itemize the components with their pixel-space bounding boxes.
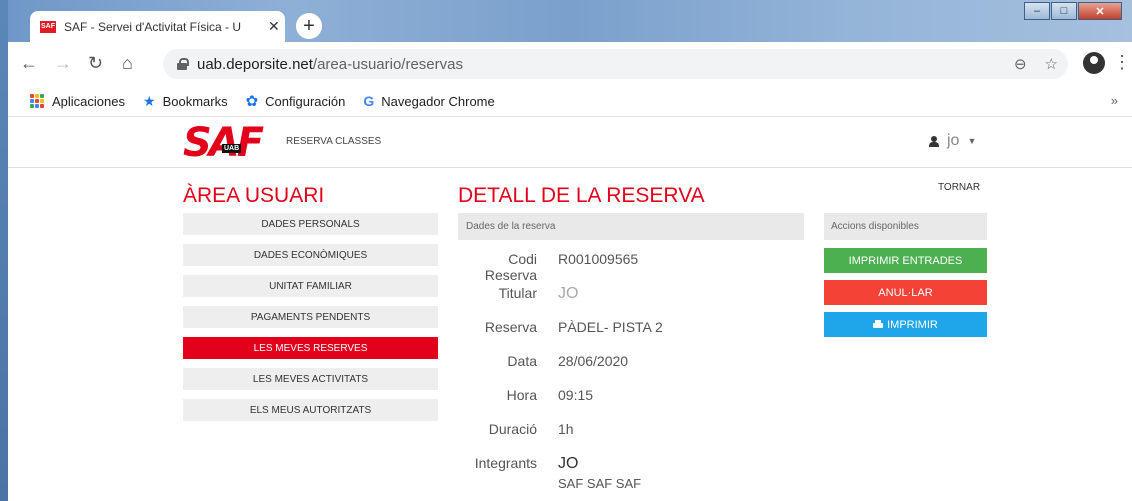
detail-value: JO xyxy=(558,285,579,302)
browser-tab[interactable]: SAF SAF - Servei d'Activitat Física - U … xyxy=(30,11,285,42)
browser-toolbar: ← → ↻ ⌂ uab.deporsite.net/area-usuario/r… xyxy=(8,42,1132,86)
apps-grid-icon xyxy=(30,94,44,108)
detail-label: Data xyxy=(507,353,537,369)
gear-icon: ✿ xyxy=(245,93,259,110)
detail-row-data: Data 28/06/2020 xyxy=(458,346,818,380)
bookmark-label: Aplicaciones xyxy=(52,93,125,109)
browser-menu-icon[interactable]: ⋮ xyxy=(1113,52,1131,73)
home-icon[interactable]: ⌂ xyxy=(122,54,133,72)
tab-title: SAF - Servei d'Activitat Física - U xyxy=(64,19,241,34)
bookmark-star-icon[interactable]: ☆ xyxy=(1045,55,1058,73)
bookmark-label: Navegador Chrome xyxy=(381,93,495,109)
detail-row-hora: Hora 09:15 xyxy=(458,380,818,414)
logo-badge: UAB xyxy=(222,144,242,153)
detail-value: 09:15 xyxy=(558,387,594,403)
google-icon: G xyxy=(363,93,375,109)
bookmark-configuracion[interactable]: ✿ Configuración xyxy=(246,92,346,110)
user-name: jo xyxy=(947,132,960,149)
cancel-reservation-button[interactable]: ANUL·LAR xyxy=(824,280,987,305)
profile-avatar-icon[interactable] xyxy=(1083,52,1105,74)
tab-close-icon[interactable]: ✕ xyxy=(268,18,280,35)
actions-section-header: Accions disponibles xyxy=(824,213,987,240)
area-usuari-title: ÀREA USUARI xyxy=(183,184,325,207)
detail-label: Integrants xyxy=(474,455,537,471)
detail-row-titular: Titular JO xyxy=(458,278,818,312)
sidebar-item-els-meus-autoritzats[interactable]: ELS MEUS AUTORITZATS xyxy=(183,399,438,421)
bookmark-chrome[interactable]: G Navegador Chrome xyxy=(363,93,494,109)
bookmarks-bar: Aplicaciones ★ Bookmarks ✿ Configuración… xyxy=(8,86,1132,116)
bookmark-label: Configuración xyxy=(265,93,346,109)
site-header: SAF UAB RESERVA CLASSES jo ▼ xyxy=(8,116,1132,168)
bookmark-label: Bookmarks xyxy=(162,93,228,109)
sidebar-nav: DADES PERSONALS DADES ECONÒMIQUES UNITAT… xyxy=(183,213,438,430)
omnibox-icons: ⊖ ☆ xyxy=(1014,55,1058,73)
detail-title: DETALL DE LA RESERVA xyxy=(458,184,705,207)
new-tab-button[interactable]: + xyxy=(296,13,322,39)
zoom-icon[interactable]: ⊖ xyxy=(1014,55,1027,73)
caret-down-icon: ▼ xyxy=(967,136,977,146)
window-close-icon[interactable]: ✕ xyxy=(1078,2,1122,20)
detail-row-codi: Codi Reserva R001009565 xyxy=(458,244,818,283)
back-arrow-icon[interactable]: ← xyxy=(20,54,38,72)
lock-icon xyxy=(177,58,189,70)
detail-label: Codi Reserva xyxy=(484,251,537,283)
tornar-link[interactable]: TORNAR xyxy=(938,182,980,193)
sidebar-item-unitat-familiar[interactable]: UNITAT FAMILIAR xyxy=(183,275,438,297)
printer-icon xyxy=(873,320,884,329)
reserva-classes-link[interactable]: RESERVA CLASSES xyxy=(286,136,381,147)
sidebar-item-les-meves-reserves[interactable]: LES MEVES RESERVES xyxy=(183,337,438,359)
detail-row-integrants: Integrants JO SAF SAF SAF xyxy=(458,448,818,491)
user-icon xyxy=(929,135,939,147)
saf-logo[interactable]: SAF UAB xyxy=(183,123,273,165)
sidebar-item-dades-personals[interactable]: DADES PERSONALS xyxy=(183,213,438,235)
detail-row-duracio: Duració 1h xyxy=(458,414,818,448)
detail-row-reserva: Reserva PÀDEL- PISTA 2 xyxy=(458,312,818,346)
print-button[interactable]: IMPRIMIR xyxy=(824,312,987,337)
address-bar[interactable]: uab.deporsite.net/area-usuario/reservas … xyxy=(163,49,1068,79)
detail-label: Reserva xyxy=(484,319,537,335)
bookmark-apps[interactable]: Aplicaciones xyxy=(30,94,125,109)
bookmarks-overflow-icon[interactable]: » xyxy=(1111,93,1118,108)
bookmark-bookmarks[interactable]: ★ Bookmarks xyxy=(143,93,228,110)
sidebar-item-pagaments-pendents[interactable]: PAGAMENTS PENDENTS xyxy=(183,306,438,328)
detail-label: Hora xyxy=(506,387,537,403)
reservation-section-header: Dades de la reserva xyxy=(458,213,804,240)
print-tickets-button[interactable]: IMPRIMIR ENTRADES xyxy=(824,248,987,273)
detail-label: Duració xyxy=(488,421,537,437)
detail-value: 1h xyxy=(558,421,574,437)
detail-label: Titular xyxy=(498,285,537,301)
detail-value: 28/06/2020 xyxy=(558,353,629,369)
saf-favicon-icon: SAF xyxy=(40,20,56,33)
url-host: uab.deporsite.net xyxy=(197,55,313,73)
window-controls: – □ ✕ xyxy=(1023,2,1122,20)
window-frame-left xyxy=(0,0,8,501)
detail-value: JO SAF SAF SAF xyxy=(558,455,641,491)
reservation-details: Codi Reserva R001009565 Titular JO Reser… xyxy=(458,244,818,491)
maximize-icon[interactable]: □ xyxy=(1051,2,1077,20)
sidebar-item-dades-economiques[interactable]: DADES ECONÒMIQUES xyxy=(183,244,438,266)
detail-value: PÀDEL- PISTA 2 xyxy=(558,319,663,335)
minimize-icon[interactable]: – xyxy=(1024,2,1050,20)
logo-text: SAF xyxy=(183,120,264,166)
integrant-primary: JO xyxy=(558,455,579,472)
print-button-label: IMPRIMIR xyxy=(887,318,938,331)
integrant-secondary: SAF SAF SAF xyxy=(558,476,642,491)
browser-titlebar: SAF SAF - Servei d'Activitat Física - U … xyxy=(8,0,1132,42)
forward-arrow-icon[interactable]: → xyxy=(54,54,72,72)
star-icon: ★ xyxy=(143,92,156,109)
url-path: /area-usuario/reservas xyxy=(312,55,463,73)
main-content: ÀREA USUARI DADES PERSONALS DADES ECONÒM… xyxy=(8,168,1132,501)
sidebar-item-les-meves-activitats[interactable]: LES MEVES ACTIVITATS xyxy=(183,368,438,390)
user-menu[interactable]: jo ▼ xyxy=(929,132,976,150)
reload-icon[interactable]: ↻ xyxy=(88,54,103,72)
detail-value: R001009565 xyxy=(558,251,639,267)
